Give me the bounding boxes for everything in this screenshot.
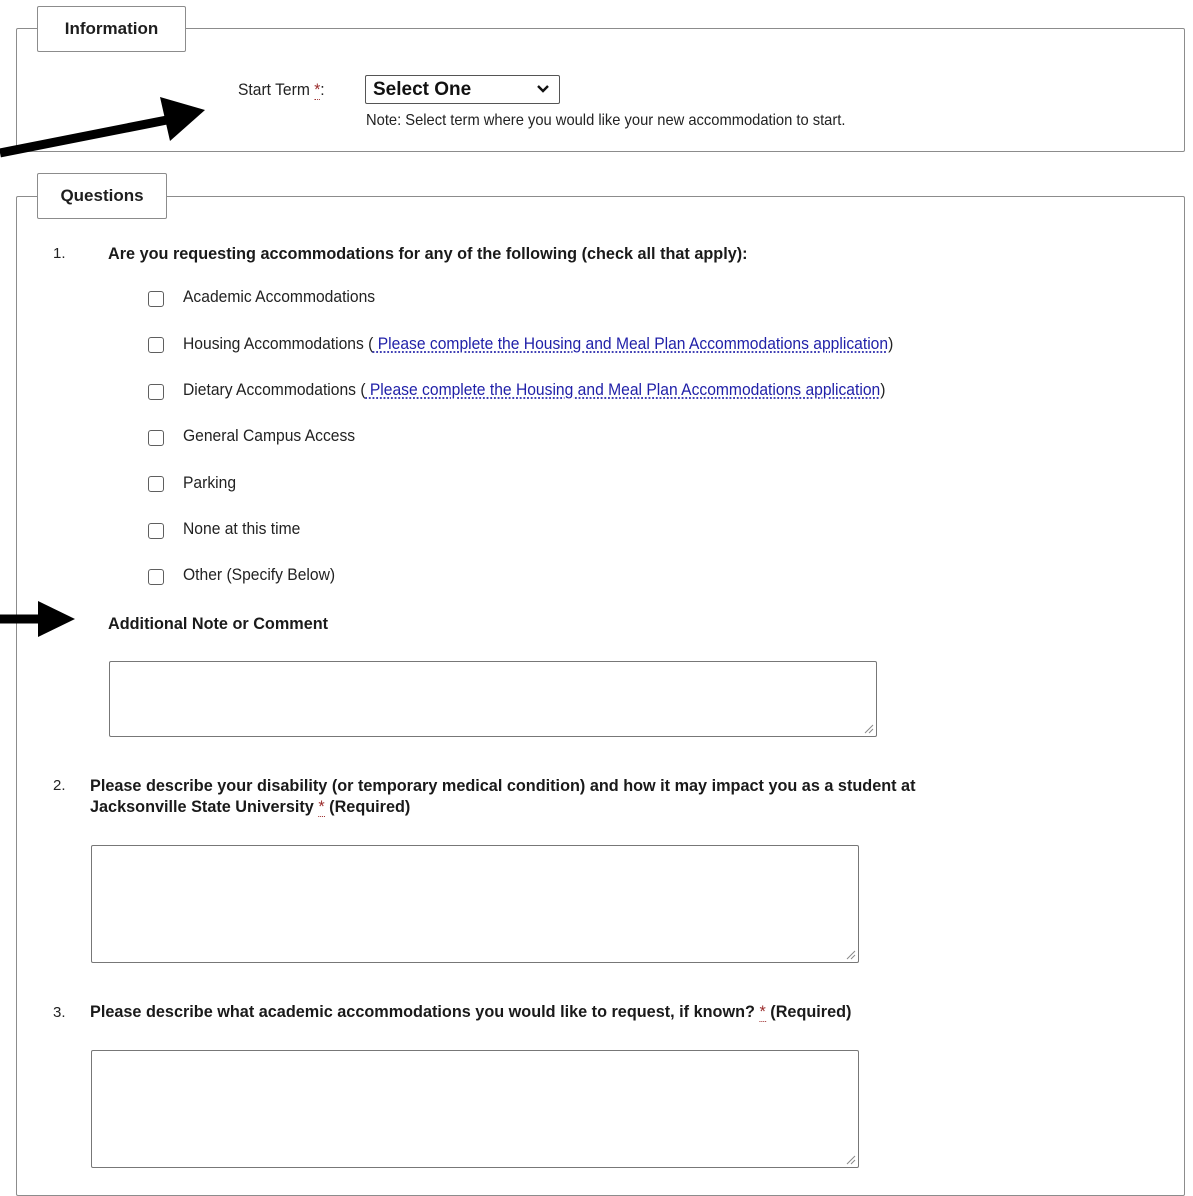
option-none-label: None at this time [183, 519, 301, 538]
option-dietary-label: Dietary Accommodations ( Please complete… [183, 380, 886, 399]
option-housing-label: Housing Accommodations ( Please complete… [183, 334, 894, 353]
checkbox-parking[interactable] [148, 476, 164, 492]
question-2-line-2: Jacksonville State University * (Require… [90, 797, 411, 817]
start-term-select[interactable]: Select One [365, 75, 560, 104]
disability-description-textarea[interactable] [91, 845, 859, 963]
question-2-number: 2. [53, 777, 66, 794]
information-legend: Information [37, 6, 186, 52]
question-1-number: 1. [53, 245, 66, 262]
annotation-arrow-icon [0, 97, 205, 158]
resize-grip-icon[interactable] [845, 949, 856, 960]
question-2-text: Please describe your disability (or temp… [90, 775, 915, 817]
start-term-label: Start Term *: [238, 80, 325, 100]
resize-grip-icon[interactable] [845, 1154, 856, 1165]
resize-grip-icon[interactable] [863, 723, 874, 734]
question-2-line-1: Please describe your disability (or temp… [90, 776, 916, 795]
checkbox-academic[interactable] [148, 291, 164, 307]
additional-comment-textarea[interactable] [109, 661, 877, 737]
checkbox-housing[interactable] [148, 337, 164, 353]
option-other-label: Other (Specify Below) [183, 565, 336, 584]
start-term-selected-value: Select One [373, 78, 472, 100]
additional-comment-label: Additional Note or Comment [108, 614, 329, 633]
checkbox-none[interactable] [148, 523, 164, 539]
question-1-text: Are you requesting accommodations for an… [108, 244, 748, 263]
question-3-required-mark: * [759, 1002, 766, 1022]
housing-application-link[interactable]: Please complete the Housing and Meal Pla… [373, 334, 888, 353]
question-3-text: Please describe what academic accommodat… [90, 1002, 852, 1022]
accommodations-request-textarea[interactable] [91, 1050, 859, 1168]
option-parking-label: Parking [183, 473, 237, 492]
annotation-arrow-icon [0, 601, 75, 637]
questions-legend: Questions [37, 173, 167, 219]
start-term-note: Note: Select term where you would like y… [366, 112, 846, 129]
question-3-number: 3. [53, 1004, 66, 1021]
option-general-campus-access-label: General Campus Access [183, 426, 356, 445]
checkbox-other[interactable] [148, 569, 164, 585]
option-academic-label: Academic Accommodations [183, 287, 376, 306]
checkbox-general-campus-access[interactable] [148, 430, 164, 446]
checkbox-dietary[interactable] [148, 384, 164, 400]
question-2-required-mark: * [318, 797, 325, 817]
chevron-down-icon [537, 85, 549, 93]
dietary-application-link[interactable]: Please complete the Housing and Meal Pla… [366, 380, 880, 399]
